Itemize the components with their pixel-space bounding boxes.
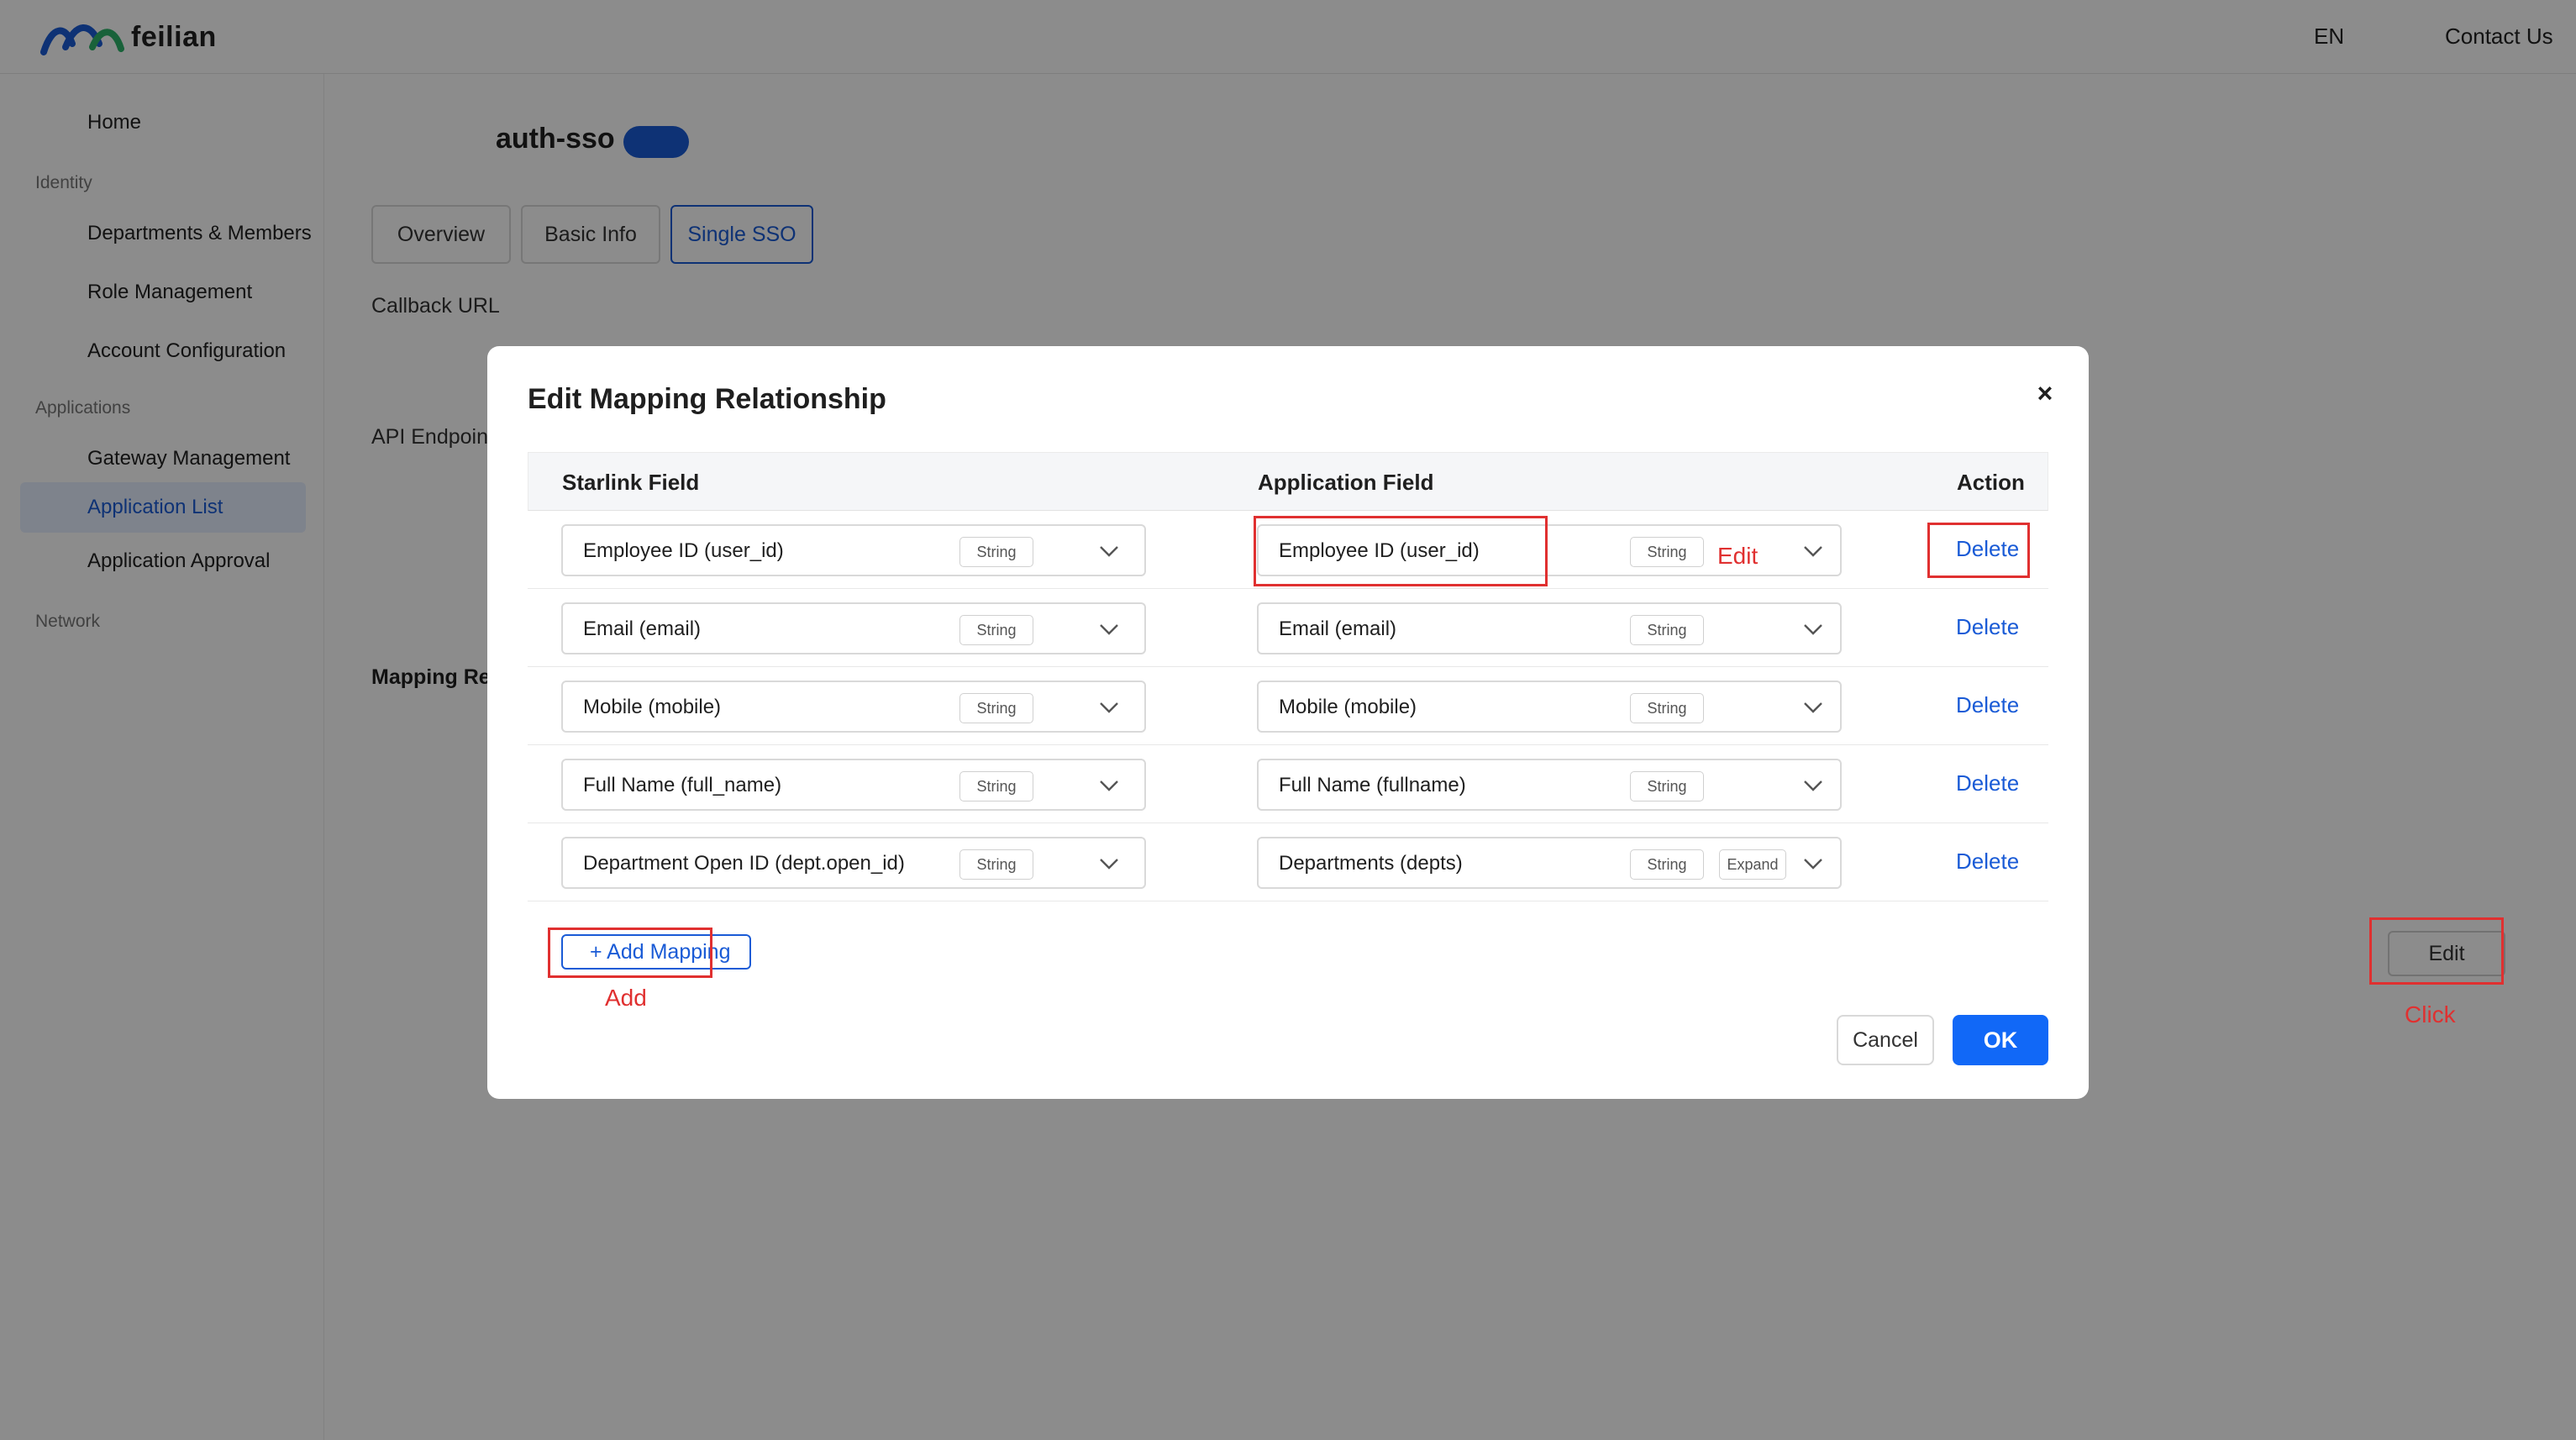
type-tag: String <box>959 771 1033 801</box>
select-value: Department Open ID (dept.open_id) <box>583 852 905 875</box>
annotation-add-text: Add <box>605 985 647 1011</box>
chevron-down-icon <box>1804 546 1822 557</box>
select-value: Mobile (mobile) <box>1279 696 1417 718</box>
select-value: Full Name (fullname) <box>1279 774 1466 796</box>
chevron-down-icon <box>1100 702 1118 713</box>
cancel-button[interactable]: Cancel <box>1837 1015 1934 1065</box>
delete-row-link[interactable]: Delete <box>1956 849 2019 875</box>
column-header-action: Action <box>1957 470 2025 495</box>
type-tag: String <box>959 849 1033 880</box>
type-tag: String <box>959 693 1033 723</box>
table-row: Email (email) String Email (email) Strin… <box>528 589 2048 667</box>
select-value: Full Name (full_name) <box>583 774 782 796</box>
annotation-box-edit <box>1254 516 1548 586</box>
annotation-box-add <box>548 928 712 978</box>
select-value: Email (email) <box>583 618 702 640</box>
chevron-down-icon <box>1100 546 1118 557</box>
close-icon[interactable]: × <box>2028 376 2062 410</box>
type-tag: String <box>1630 771 1704 801</box>
application-field-select[interactable]: Departments (depts) String Expand <box>1257 837 1842 889</box>
select-value: Employee ID (user_id) <box>583 539 784 562</box>
type-tag: String <box>1630 693 1704 723</box>
starlink-field-select[interactable]: Department Open ID (dept.open_id) String <box>561 837 1146 889</box>
chevron-down-icon <box>1804 859 1822 870</box>
table-header: Starlink Field Application Field Action <box>528 452 2048 511</box>
application-field-select[interactable]: Mobile (mobile) String <box>1257 681 1842 733</box>
chevron-down-icon <box>1100 780 1118 791</box>
chevron-down-icon <box>1100 624 1118 635</box>
table-row: Department Open ID (dept.open_id) String… <box>528 823 2048 901</box>
annotation-box-click <box>2369 917 2504 985</box>
ok-button[interactable]: OK <box>1953 1015 2048 1065</box>
select-value: Email (email) <box>1279 618 1397 640</box>
column-header-application: Application Field <box>1258 470 1434 495</box>
type-tag: String <box>959 615 1033 645</box>
type-tag: String <box>1630 849 1704 880</box>
application-field-select[interactable]: Email (email) String <box>1257 602 1842 654</box>
starlink-field-select[interactable]: Full Name (full_name) String <box>561 759 1146 811</box>
annotation-edit-text: Edit <box>1717 543 1759 569</box>
table-row: Full Name (full_name) String Full Name (… <box>528 745 2048 823</box>
starlink-field-select[interactable]: Email (email) String <box>561 602 1146 654</box>
select-value: Mobile (mobile) <box>583 696 722 718</box>
delete-row-link[interactable]: Delete <box>1956 770 2019 796</box>
chevron-down-icon <box>1804 624 1822 635</box>
table-row: Mobile (mobile) String Mobile (mobile) S… <box>528 667 2048 745</box>
type-tag: String <box>1630 615 1704 645</box>
column-header-starlink: Starlink Field <box>562 470 700 495</box>
type-tag: String <box>1630 537 1704 567</box>
dialog-title: Edit Mapping Relationship <box>528 383 886 415</box>
application-field-select[interactable]: Full Name (fullname) String <box>1257 759 1842 811</box>
chevron-down-icon <box>1100 859 1118 870</box>
annotation-box-delete <box>1927 523 2030 578</box>
starlink-field-select[interactable]: Mobile (mobile) String <box>561 681 1146 733</box>
chevron-down-icon <box>1804 702 1822 713</box>
expand-tag[interactable]: Expand <box>1719 849 1786 880</box>
type-tag: String <box>959 537 1033 567</box>
select-value: Departments (depts) <box>1279 852 1463 875</box>
edit-mapping-dialog: Edit Mapping Relationship × Starlink Fie… <box>487 346 2089 1099</box>
chevron-down-icon <box>1804 780 1822 791</box>
delete-row-link[interactable]: Delete <box>1956 692 2019 718</box>
annotation-click-text: Click <box>2405 1001 2456 1027</box>
delete-row-link[interactable]: Delete <box>1956 614 2019 640</box>
starlink-field-select[interactable]: Employee ID (user_id) String <box>561 524 1146 576</box>
